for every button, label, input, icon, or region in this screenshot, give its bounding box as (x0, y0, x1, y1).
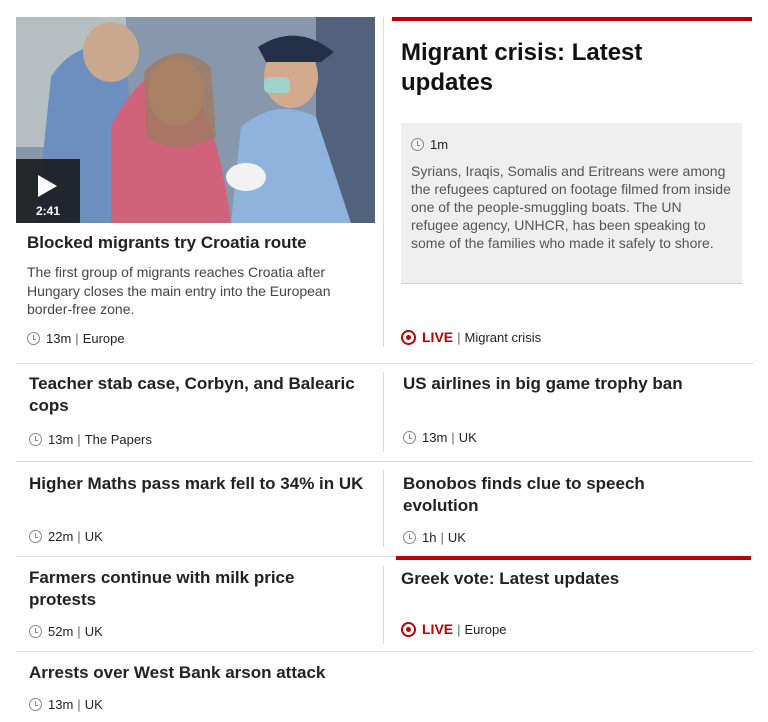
live-label: LIVE (422, 621, 454, 637)
meta-separator: | (451, 430, 455, 445)
clock-icon (29, 530, 42, 543)
story-meta: 13m | UK (403, 430, 477, 445)
section-link[interactable]: Migrant crisis (465, 330, 542, 345)
story-headline[interactable]: Farmers continue with milk price protest… (29, 567, 329, 611)
live-label: LIVE (422, 329, 454, 345)
row-divider (16, 363, 753, 364)
live-icon (401, 621, 416, 637)
video-thumbnail[interactable]: 2:41 (16, 17, 375, 223)
section-link[interactable]: Europe (465, 622, 507, 637)
timestamp: 13m (48, 697, 74, 712)
update-text: Syrians, Iraqis, Somalis and Eritreans w… (411, 163, 731, 251)
timestamp: 13m (48, 432, 74, 447)
meta-separator: | (457, 329, 461, 345)
timestamp: 1m (430, 137, 449, 152)
live-headline[interactable]: Migrant crisis: Latest updates (401, 38, 731, 98)
story-meta: 13m | UK (29, 697, 103, 712)
story-headline[interactable]: Bonobos finds clue to speech evolution (403, 473, 703, 517)
story-meta: 13m | The Papers (29, 432, 152, 447)
section-link[interactable]: UK (448, 530, 466, 545)
clock-icon (403, 531, 416, 544)
meta-separator: | (457, 621, 461, 637)
section-link[interactable]: UK (85, 529, 103, 544)
featured-summary: The first group of migrants reaches Croa… (27, 264, 331, 317)
column-divider (383, 566, 384, 644)
live-meta: LIVE | Europe (401, 621, 506, 637)
clock-icon (411, 138, 424, 151)
section-link[interactable]: UK (459, 430, 477, 445)
timestamp: 13m (46, 331, 72, 346)
story-meta: 22m | UK (29, 529, 103, 544)
clock-icon (27, 332, 40, 345)
update-meta: 1m (411, 137, 732, 152)
meta-separator: | (77, 624, 81, 639)
play-button[interactable]: 2:41 (16, 159, 80, 223)
play-icon (38, 175, 57, 197)
section-link[interactable]: The Papers (85, 432, 152, 447)
clock-icon (29, 433, 42, 446)
live-accent-bar (396, 556, 751, 560)
meta-separator: | (77, 697, 81, 712)
story-headline[interactable]: Arrests over West Bank arson attack (29, 662, 429, 684)
column-divider (383, 470, 384, 547)
timestamp: 22m (48, 529, 74, 544)
clock-icon (29, 698, 42, 711)
timestamp: 1h (422, 530, 437, 545)
story-meta: 1h | UK (403, 530, 466, 545)
live-icon (401, 329, 416, 345)
live-update-box: 1m Syrians, Iraqis, Somalis and Eritrean… (401, 123, 742, 283)
section-link[interactable]: UK (85, 624, 103, 639)
story-headline[interactable]: Teacher stab case, Corbyn, and Balearic … (29, 373, 359, 417)
clock-icon (29, 625, 42, 638)
meta-separator: | (77, 432, 81, 447)
timestamp: 13m (422, 430, 448, 445)
box-divider (401, 283, 742, 284)
row-divider (16, 461, 753, 462)
section-link[interactable]: UK (85, 697, 103, 712)
row-divider (16, 651, 753, 652)
featured-headline[interactable]: Blocked migrants try Croatia route (27, 232, 372, 254)
video-duration: 2:41 (35, 204, 61, 218)
timestamp: 52m (48, 624, 74, 639)
meta-separator: | (75, 331, 79, 346)
clock-icon (403, 431, 416, 444)
meta-separator: | (77, 529, 81, 544)
story-meta: 52m | UK (29, 624, 103, 639)
live-headline[interactable]: Greek vote: Latest updates (401, 568, 741, 590)
section-link[interactable]: Europe (83, 331, 125, 346)
live-meta: LIVE | Migrant crisis (401, 329, 541, 345)
meta-separator: | (440, 530, 444, 545)
live-accent-bar (392, 17, 752, 21)
story-headline[interactable]: US airlines in big game trophy ban (403, 373, 743, 395)
featured-meta: 13m | Europe (27, 331, 125, 346)
story-headline[interactable]: Higher Maths pass mark fell to 34% in UK (29, 473, 364, 495)
column-divider (383, 17, 384, 347)
column-divider (383, 372, 384, 452)
